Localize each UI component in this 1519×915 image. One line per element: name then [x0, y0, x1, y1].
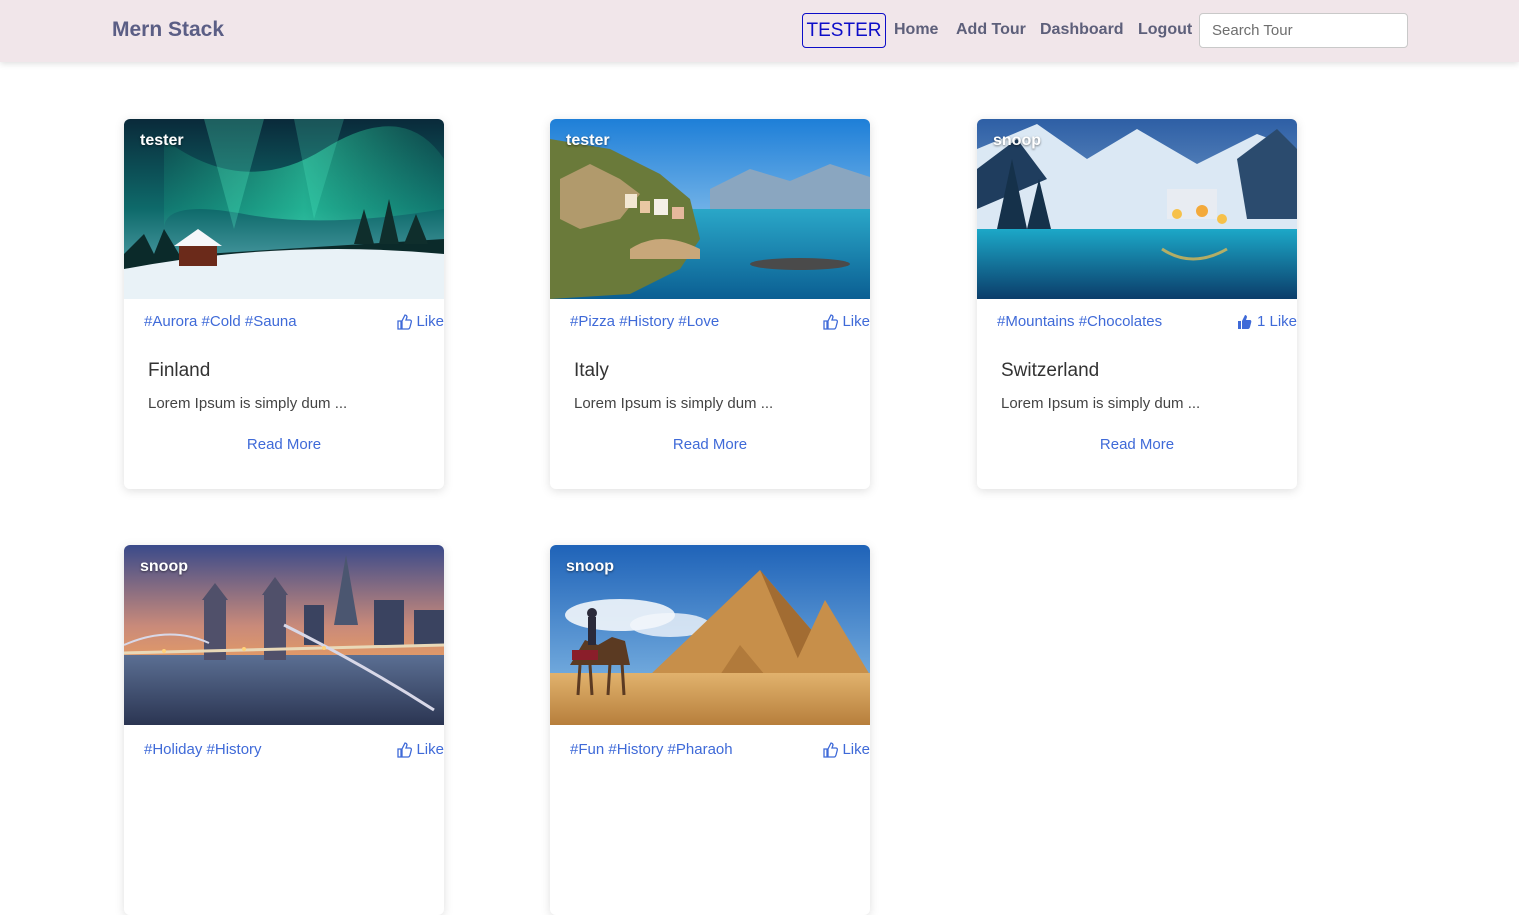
navbar: Mern Stack TESTER Home Add Tour Dashboar… [0, 0, 1519, 62]
like-button[interactable]: Like [396, 741, 444, 758]
thumbs-up-outline-icon [396, 741, 413, 758]
tour-tags[interactable]: #Pizza #History #Love [570, 313, 719, 330]
like-button[interactable]: Like [396, 313, 444, 330]
like-label: Like [842, 741, 870, 758]
like-button[interactable]: Like [822, 313, 870, 330]
nav-home-link[interactable]: Home [894, 21, 938, 39]
tour-card: tester #Aurora #Cold #Sauna Like Finland… [124, 119, 444, 489]
like-button[interactable]: 1 Like [1237, 313, 1297, 330]
tour-creator: tester [566, 132, 610, 149]
tour-tags[interactable]: #Mountains #Chocolates [997, 313, 1162, 330]
like-button[interactable]: Like [822, 741, 870, 758]
like-label: Like [416, 313, 444, 330]
nav-dashboard-link[interactable]: Dashboard [1040, 21, 1124, 39]
tour-title: Finland [148, 360, 211, 381]
tour-creator: snoop [140, 558, 188, 575]
tour-creator: snoop [993, 132, 1041, 149]
thumbs-up-outline-icon [396, 313, 413, 330]
like-label: Like [842, 313, 870, 330]
tour-image-bridge[interactable]: snoop [124, 545, 444, 725]
read-more-link[interactable]: Read More [977, 436, 1297, 453]
nav-add-tour-link[interactable]: Add Tour [956, 21, 1026, 39]
nav-logout-link[interactable]: Logout [1138, 21, 1192, 39]
thumbs-up-outline-icon [822, 313, 839, 330]
brand-logo[interactable]: Mern Stack [112, 18, 224, 42]
tour-tags[interactable]: #Aurora #Cold #Sauna [144, 313, 297, 330]
tour-description: Lorem Ipsum is simply dum ... [574, 395, 774, 412]
read-more-link[interactable]: Read More [124, 436, 444, 453]
tour-description: Lorem Ipsum is simply dum ... [148, 395, 348, 412]
tour-tags[interactable]: #Holiday #History [144, 741, 262, 758]
tour-title: Switzerland [1001, 360, 1100, 381]
tour-description: Lorem Ipsum is simply dum ... [1001, 395, 1201, 412]
tour-card: tester #Pizza #History #Love Like Italy … [550, 119, 870, 489]
tour-card: snoop #Mountains #Chocolates 1 Like Swit… [977, 119, 1297, 489]
read-more-link[interactable]: Read More [550, 436, 870, 453]
tour-image-pyramids[interactable]: snoop [550, 545, 870, 725]
like-label: Like [416, 741, 444, 758]
tour-card: snoop #Holiday #History Like [124, 545, 444, 915]
tour-image-coast[interactable]: tester [550, 119, 870, 299]
like-label: 1 Like [1256, 313, 1297, 330]
tour-title: Italy [574, 360, 609, 381]
tour-creator: snoop [566, 558, 614, 575]
thumbs-up-outline-icon [822, 741, 839, 758]
search-input[interactable] [1199, 13, 1408, 48]
tour-image-winter-lake[interactable]: snoop [977, 119, 1297, 299]
tour-creator: tester [140, 132, 184, 149]
thumbs-up-filled-icon [1237, 314, 1253, 330]
tour-tags[interactable]: #Fun #History #Pharaoh [570, 741, 733, 758]
tour-image-aurora[interactable]: tester [124, 119, 444, 299]
tour-card: snoop #Fun #History #Pharaoh Like [550, 545, 870, 915]
user-badge: TESTER [802, 13, 886, 48]
